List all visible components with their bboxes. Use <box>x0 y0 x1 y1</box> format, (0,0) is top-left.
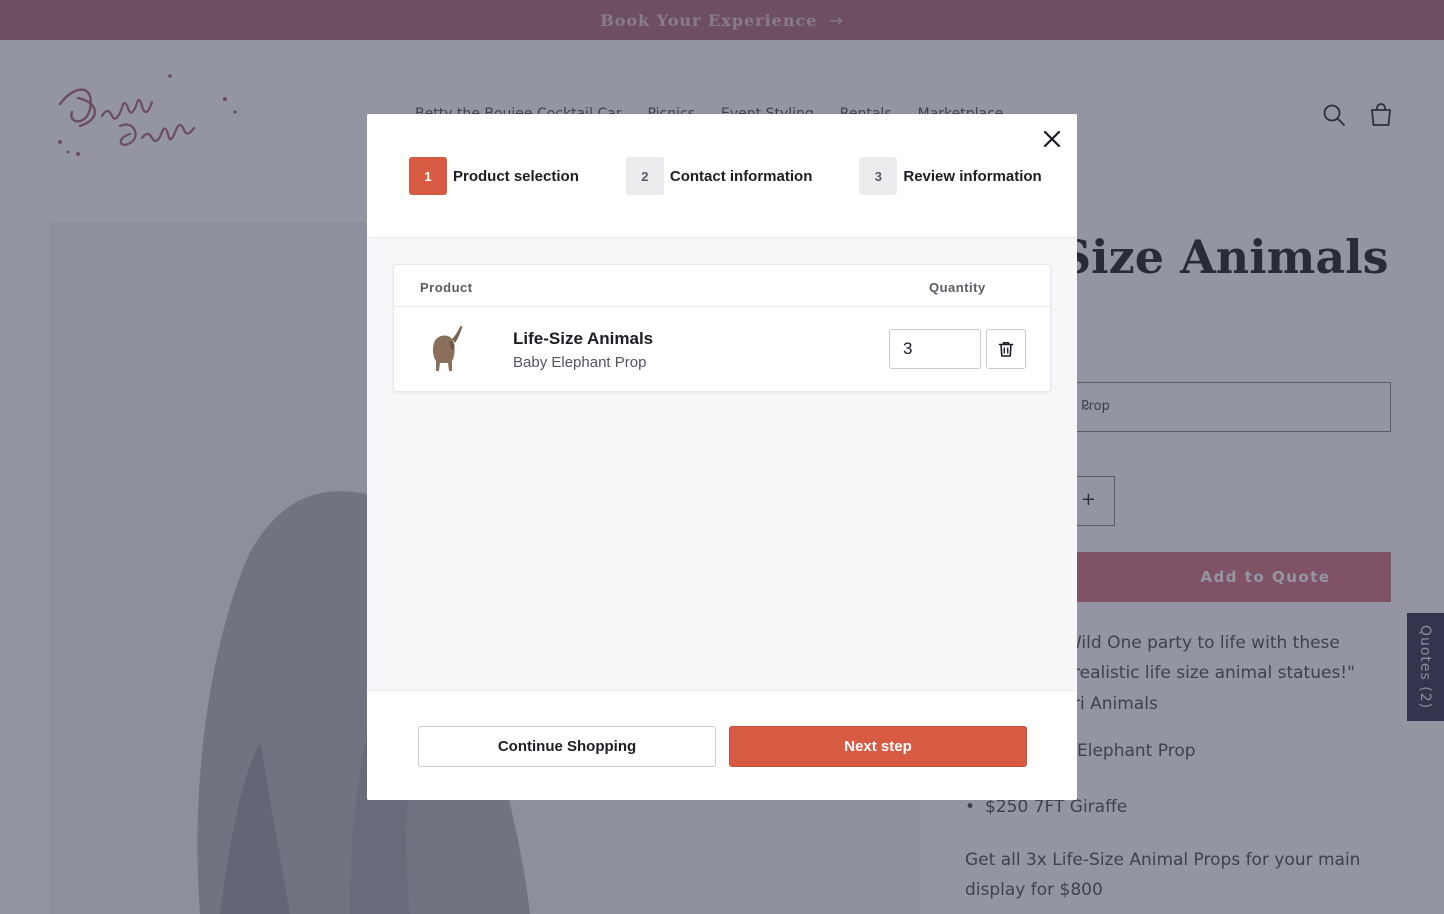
modal-footer: Continue Shopping Next step <box>367 690 1077 800</box>
trash-icon <box>998 342 1014 357</box>
delete-item-button[interactable] <box>986 329 1026 369</box>
close-icon[interactable] <box>1039 126 1065 152</box>
modal-header: 1 Product selection 2 Contact informatio… <box>367 114 1077 238</box>
table-header: Product Quantity <box>394 265 1050 307</box>
elephant-thumbnail <box>432 325 463 371</box>
column-header-quantity: Quantity <box>929 280 986 295</box>
quantity-input[interactable] <box>889 329 981 369</box>
step-label: Review information <box>903 167 1042 185</box>
stepper: 1 Product selection 2 Contact informatio… <box>409 157 1042 195</box>
next-step-button[interactable]: Next step <box>729 726 1027 767</box>
step-review-information[interactable]: 3 Review information <box>859 157 1042 195</box>
product-table: Product Quantity Life-Size Animals Baby … <box>393 264 1051 392</box>
step-product-selection[interactable]: 1 Product selection <box>409 157 579 195</box>
table-row: Life-Size Animals Baby Elephant Prop <box>394 307 1050 391</box>
step-number: 2 <box>625 157 664 195</box>
step-contact-information[interactable]: 2 Contact information <box>625 157 813 195</box>
quote-modal: 1 Product selection 2 Contact informatio… <box>367 114 1077 800</box>
column-header-product: Product <box>420 280 473 295</box>
step-number: 1 <box>409 157 447 195</box>
product-name: Life-Size Animals <box>513 329 654 348</box>
step-number: 3 <box>859 157 898 195</box>
continue-shopping-button[interactable]: Continue Shopping <box>418 726 716 767</box>
modal-body: Product Quantity Life-Size Animals Baby … <box>367 238 1077 690</box>
step-label: Contact information <box>669 167 813 185</box>
product-variant: Baby Elephant Prop <box>513 354 647 371</box>
step-label: Product selection <box>453 167 579 185</box>
